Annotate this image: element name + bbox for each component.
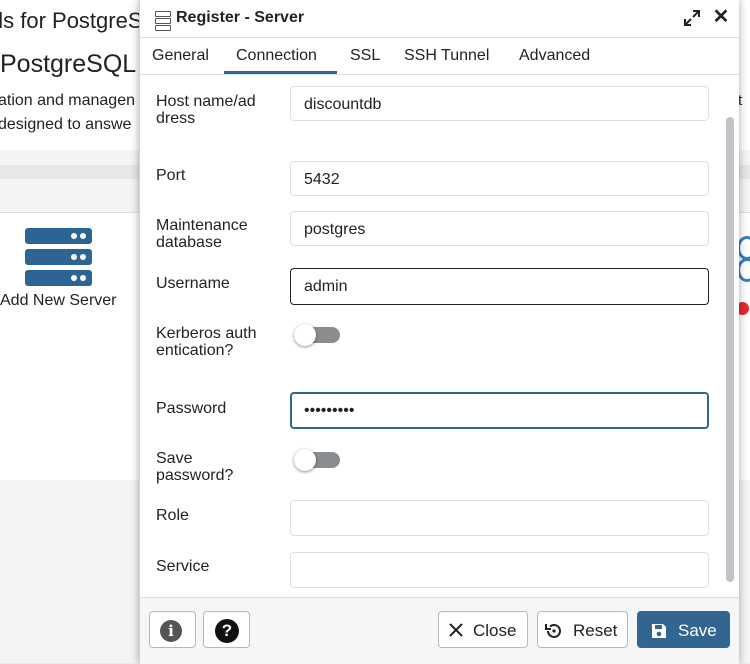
close-button[interactable]: Close [438,611,528,648]
save-password-label: Save password? [156,450,234,484]
host-input[interactable]: discountdb [290,86,709,121]
save-icon [652,624,666,638]
host-label: Host name/address [156,93,256,127]
kerberos-label: Kerberos authentication? [156,325,257,359]
save-button[interactable]: Save [637,611,730,648]
password-label: Password [156,400,227,417]
dialog-footer: i ? Close Reset Save [140,597,739,664]
service-label: Service [156,558,210,575]
role-input[interactable] [290,500,709,536]
password-input[interactable]: ••••••••• [290,392,709,429]
app-title: ols for PostgreS [0,8,143,33]
dialog-title: Register - Server [176,9,305,26]
reset-icon [545,623,561,638]
info-button[interactable]: i [149,611,196,648]
active-tab-indicator [224,71,337,74]
tab-ssl[interactable]: SSL [350,47,380,65]
username-label: Username [156,275,230,292]
server-icon [155,11,171,31]
dialog-header[interactable]: Register - Server ✕ [140,0,739,38]
close-icon [449,623,463,637]
connection-form: Host name/address discountdb Port 5432 M… [140,75,739,597]
tab-general[interactable]: General [152,47,209,65]
close-button-label: Close [473,621,517,640]
reset-button-label: Reset [573,621,618,640]
reset-button[interactable]: Reset [537,611,628,648]
username-input[interactable]: admin [290,268,709,305]
add-new-server-link[interactable]: Add New Server [0,292,117,310]
kerberos-toggle[interactable] [294,324,340,346]
role-label: Role [156,507,189,524]
welcome-heading: PostgreSQL | [0,50,149,78]
tab-connection[interactable]: Connection [236,47,317,65]
tab-advanced[interactable]: Advanced [519,47,590,65]
port-label: Port [156,167,186,184]
tab-bar: General Connection SSL SSH Tunnel Advanc… [140,38,739,75]
add-server-icon[interactable] [25,228,92,286]
maintenance-db-input[interactable]: postgres [290,211,709,246]
form-scrollbar[interactable] [723,75,737,597]
help-icon: ? [215,619,239,643]
welcome-description-line2: designed to answe [0,116,132,133]
info-icon: i [160,620,182,642]
tab-ssh-tunnel[interactable]: SSH Tunnel [404,47,489,65]
help-button[interactable]: ? [203,611,250,648]
save-button-label: Save [678,621,717,640]
welcome-description-line1: ation and managen [0,92,135,109]
maintenance-db-label: Maintenance database [156,217,248,251]
maximize-icon[interactable] [683,9,701,27]
save-password-toggle[interactable] [294,449,340,471]
close-icon[interactable]: ✕ [712,7,730,27]
scrollbar-thumb[interactable] [726,117,734,582]
register-server-dialog: Register - Server ✕ General Connection S… [139,0,739,664]
port-input[interactable]: 5432 [290,161,709,196]
service-input[interactable] [290,552,709,588]
